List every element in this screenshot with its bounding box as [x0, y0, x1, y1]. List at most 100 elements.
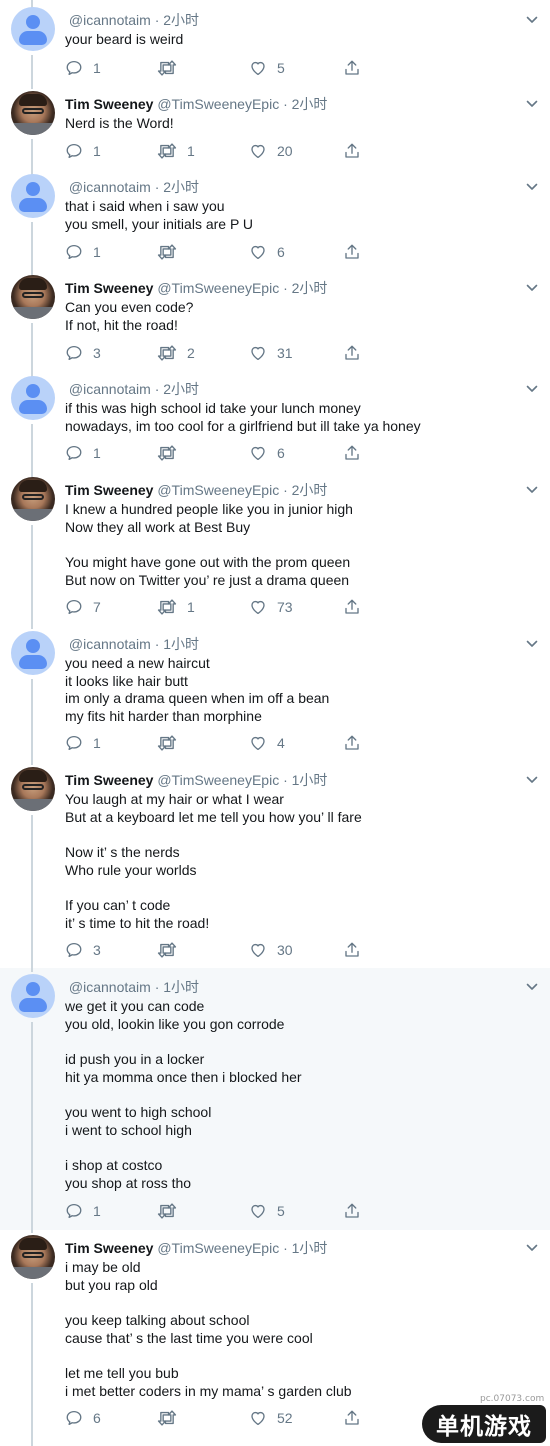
share-button[interactable]: [343, 58, 361, 78]
chevron-down-icon[interactable]: [526, 638, 538, 650]
chevron-down-icon[interactable]: [526, 98, 538, 110]
share-button[interactable]: [343, 443, 361, 463]
timestamp[interactable]: 1小时: [292, 1240, 328, 1256]
tweet[interactable]: @icannotaim · 2小时 your beard is weird 1 5: [0, 0, 550, 83]
like-button[interactable]: 5: [249, 58, 285, 78]
share-button[interactable]: [343, 1408, 361, 1428]
reply-button[interactable]: 3: [65, 940, 101, 960]
like-button[interactable]: 20: [249, 141, 293, 161]
default-avatar[interactable]: [11, 376, 55, 420]
tim-avatar[interactable]: [11, 91, 55, 135]
author-name[interactable]: Tim Sweeney: [65, 482, 153, 498]
like-button[interactable]: 73: [249, 597, 293, 617]
tweet[interactable]: Tim Sweeney @TimSweeneyEpic · 2小时 I knew …: [0, 477, 550, 626]
timestamp[interactable]: 1小时: [163, 979, 199, 995]
tweet[interactable]: @icannotaim · 1小时 you need a new haircut …: [0, 626, 550, 765]
author-handle[interactable]: @icannotaim: [69, 636, 151, 652]
reply-button[interactable]: 3: [65, 343, 101, 363]
timestamp[interactable]: 2小时: [163, 381, 199, 397]
author-handle[interactable]: @TimSweeneyEpic: [157, 280, 279, 296]
share-button[interactable]: [343, 343, 361, 363]
timestamp[interactable]: 2小时: [292, 482, 328, 498]
tweet[interactable]: @icannotaim · 2小时 that i said when i saw …: [0, 174, 550, 283]
tweet[interactable]: Tim Sweeney @TimSweeneyEpic · 2小时 Nerd is…: [0, 83, 550, 183]
tweet[interactable]: Tim Sweeney @TimSweeneyEpic · 2小时 Can you…: [0, 275, 550, 383]
tim-avatar[interactable]: [11, 477, 55, 521]
chevron-down-icon[interactable]: [526, 774, 538, 786]
timestamp[interactable]: 2小时: [163, 12, 199, 28]
author-handle[interactable]: @TimSweeneyEpic: [157, 96, 279, 112]
reply-button[interactable]: 6: [65, 1408, 101, 1428]
like-count: 30: [277, 942, 293, 958]
reply-button[interactable]: 1: [65, 443, 101, 463]
share-icon: [343, 344, 361, 362]
retweet-icon: [157, 344, 177, 362]
author-handle[interactable]: @icannotaim: [69, 381, 151, 397]
share-button[interactable]: [343, 940, 361, 960]
author-name[interactable]: Tim Sweeney: [65, 772, 153, 788]
tweet-text: i may be old but you rap old you keep ta…: [65, 1259, 352, 1399]
chevron-down-icon[interactable]: [526, 484, 538, 496]
reply-button[interactable]: 1: [65, 58, 101, 78]
author-name[interactable]: Tim Sweeney: [65, 96, 153, 112]
author-handle[interactable]: @icannotaim: [69, 12, 151, 28]
retweet-button[interactable]: 1: [157, 141, 195, 161]
default-avatar[interactable]: [11, 174, 55, 218]
retweet-button[interactable]: [157, 58, 187, 78]
share-button[interactable]: [343, 597, 361, 617]
timestamp[interactable]: 2小时: [292, 280, 328, 296]
author-name[interactable]: Tim Sweeney: [65, 1240, 153, 1256]
chevron-down-icon[interactable]: [526, 1242, 538, 1254]
reply-button[interactable]: 1: [65, 242, 101, 262]
reply-button[interactable]: 1: [65, 1201, 101, 1221]
author-handle[interactable]: @TimSweeneyEpic: [157, 1240, 279, 1256]
retweet-button[interactable]: [157, 1408, 187, 1428]
tweet[interactable]: Tim Sweeney @TimSweeneyEpic · 1小时 You lau…: [0, 765, 550, 968]
author-name[interactable]: Tim Sweeney: [65, 280, 153, 296]
retweet-button[interactable]: [157, 443, 187, 463]
chevron-down-icon[interactable]: [526, 14, 538, 26]
tweet[interactable]: @icannotaim · 1小时 we get it you can code …: [0, 968, 550, 1230]
retweet-icon: [157, 243, 177, 261]
like-button[interactable]: 6: [249, 443, 285, 463]
default-avatar[interactable]: [11, 974, 55, 1018]
author-handle[interactable]: @TimSweeneyEpic: [157, 772, 279, 788]
retweet-button[interactable]: [157, 1201, 187, 1221]
like-button[interactable]: 4: [249, 733, 285, 753]
retweet-button[interactable]: 1: [157, 597, 195, 617]
retweet-button[interactable]: 2: [157, 343, 195, 363]
timestamp[interactable]: 2小时: [163, 179, 199, 195]
like-button[interactable]: 30: [249, 940, 293, 960]
chevron-down-icon[interactable]: [526, 181, 538, 193]
chevron-down-icon[interactable]: [526, 981, 538, 993]
tim-avatar[interactable]: [11, 1235, 55, 1279]
share-button[interactable]: [343, 141, 361, 161]
author-handle[interactable]: @icannotaim: [69, 179, 151, 195]
default-avatar[interactable]: [11, 631, 55, 675]
like-button[interactable]: 31: [249, 343, 293, 363]
tweet[interactable]: @icannotaim · 2小时 if this was high school…: [0, 376, 550, 483]
like-button[interactable]: 6: [249, 242, 285, 262]
retweet-button[interactable]: [157, 940, 187, 960]
reply-button[interactable]: 7: [65, 597, 101, 617]
like-button[interactable]: 5: [249, 1201, 285, 1221]
timestamp[interactable]: 1小时: [292, 772, 328, 788]
tim-avatar[interactable]: [11, 767, 55, 811]
tim-avatar[interactable]: [11, 275, 55, 319]
chevron-down-icon[interactable]: [526, 282, 538, 294]
share-button[interactable]: [343, 242, 361, 262]
like-button[interactable]: 52: [249, 1408, 293, 1428]
heart-icon: [249, 941, 267, 959]
retweet-button[interactable]: [157, 242, 187, 262]
retweet-button[interactable]: [157, 733, 187, 753]
author-handle[interactable]: @icannotaim: [69, 979, 151, 995]
chevron-down-icon[interactable]: [526, 383, 538, 395]
reply-button[interactable]: 1: [65, 141, 101, 161]
share-button[interactable]: [343, 733, 361, 753]
timestamp[interactable]: 1小时: [163, 636, 199, 652]
author-handle[interactable]: @TimSweeneyEpic: [157, 482, 279, 498]
default-avatar[interactable]: [11, 7, 55, 51]
reply-button[interactable]: 1: [65, 733, 101, 753]
share-button[interactable]: [343, 1201, 361, 1221]
timestamp[interactable]: 2小时: [292, 96, 328, 112]
